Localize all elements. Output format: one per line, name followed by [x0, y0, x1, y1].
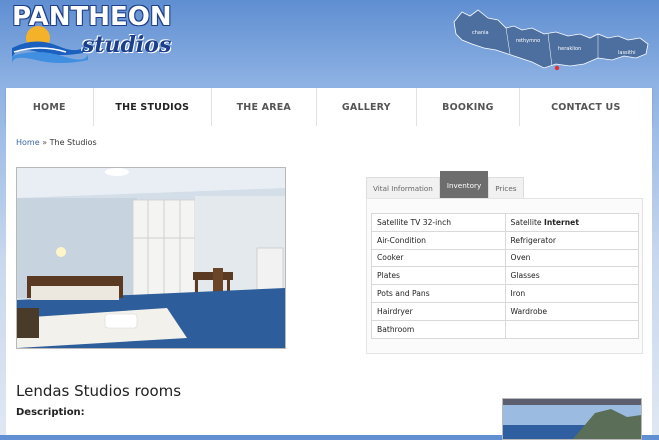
table-cell: Satellite Internet: [504, 213, 639, 232]
table-cell: [504, 319, 639, 339]
tab-vital-information[interactable]: Vital Information: [366, 177, 440, 198]
table-cell: Cooker: [371, 248, 506, 268]
inventory-item-emphasis: Internet: [544, 217, 579, 227]
table-row: Bathroom: [371, 319, 639, 339]
breadcrumb-current: The Studios: [49, 138, 97, 147]
map-town-rethymno[interactable]: rethymno: [516, 38, 540, 44]
nav-the-area[interactable]: THE AREA: [212, 88, 317, 126]
table-cell: Air-Condition: [371, 230, 506, 250]
map-town-heraklion[interactable]: heraklion: [558, 46, 581, 52]
table-row: Cooker Oven: [371, 248, 639, 268]
room-photo-image: [17, 168, 285, 348]
main-navigation: HOME THE STUDIOS THE AREA GALLERY BOOKIN…: [6, 88, 652, 126]
inventory-item-label: Plates: [377, 271, 400, 281]
inventory-item-label: Glasses: [510, 271, 540, 281]
view-thumbnail[interactable]: [502, 398, 642, 440]
content-panel: Home » The Studios Vital Information Inv…: [6, 126, 652, 440]
inventory-panel: Satellite TV 32-inch Satellite Internet Ai…: [366, 198, 643, 354]
room-photo[interactable]: [16, 167, 286, 349]
logo-subtitle: studios: [82, 32, 172, 58]
location-marker-icon: [554, 65, 560, 71]
inventory-item-label: Wardrobe: [510, 306, 548, 316]
table-cell: Plates: [371, 266, 506, 286]
nav-contact-us[interactable]: CONTACT US: [520, 88, 652, 126]
description-label: Description:: [16, 407, 85, 418]
inventory-item-label: Iron: [510, 289, 526, 299]
table-row: Satellite TV 32-inch Satellite Internet: [371, 213, 639, 232]
logo-wordmark: PANTHEON: [12, 2, 172, 32]
tab-prices[interactable]: Prices: [488, 177, 524, 198]
breadcrumb: Home » The Studios: [16, 138, 97, 147]
table-cell: Glasses: [504, 266, 639, 286]
crete-map-icon: [453, 9, 649, 71]
breadcrumb-separator: »: [42, 138, 48, 147]
table-cell: Pots and Pans: [371, 284, 506, 303]
nav-booking[interactable]: BOOKING: [417, 88, 520, 126]
table-row: Hairdryer Wardrobe: [371, 301, 639, 321]
page-title: Lendas Studios rooms: [16, 382, 182, 400]
inventory-item-label: Hairdryer: [377, 306, 413, 316]
table-cell: Refrigerator: [504, 230, 639, 250]
table-cell: Satellite TV 32-inch: [371, 213, 506, 232]
breadcrumb-home-link[interactable]: Home: [16, 138, 40, 147]
inventory-item-label: Air-Condition: [377, 235, 426, 245]
table-cell: Bathroom: [371, 319, 506, 339]
table-row: Plates Glasses: [371, 266, 639, 286]
tab-inventory[interactable]: Inventory: [439, 171, 489, 198]
table-cell: Hairdryer: [371, 301, 506, 321]
nav-gallery[interactable]: GALLERY: [317, 88, 418, 126]
inventory-item-label: Oven: [510, 253, 531, 263]
sun-wave-icon: [12, 26, 88, 64]
info-tabs: Vital Information Inventory Prices: [366, 171, 524, 198]
nav-home[interactable]: HOME: [6, 88, 94, 126]
nav-the-studios[interactable]: THE STUDIOS: [94, 88, 213, 126]
table-row: Pots and Pans Iron: [371, 284, 639, 303]
map-town-chania[interactable]: chania: [472, 30, 489, 36]
inventory-table: Satellite TV 32-inch Satellite Internet Ai…: [371, 213, 639, 339]
inventory-item-label: Satellite TV 32-inch: [377, 217, 452, 227]
table-cell: Iron: [504, 284, 639, 303]
table-cell: Wardrobe: [504, 301, 639, 321]
map-town-lassithi[interactable]: lassithi: [618, 50, 636, 56]
inventory-item-label: Bathroom: [377, 324, 415, 334]
inventory-item-label: Satellite: [510, 217, 545, 227]
crete-map[interactable]: chania rethymno heraklion lassithi: [448, 4, 653, 76]
inventory-item-label: Cooker: [377, 253, 404, 263]
inventory-item-label: Refrigerator: [510, 235, 557, 245]
inventory-item-label: Pots and Pans: [377, 289, 430, 299]
site-logo[interactable]: PANTHEON studios: [10, 2, 172, 72]
table-row: Air-Condition Refrigerator: [371, 230, 639, 250]
table-cell: Oven: [504, 248, 639, 268]
view-thumbnail-image: [503, 399, 641, 439]
